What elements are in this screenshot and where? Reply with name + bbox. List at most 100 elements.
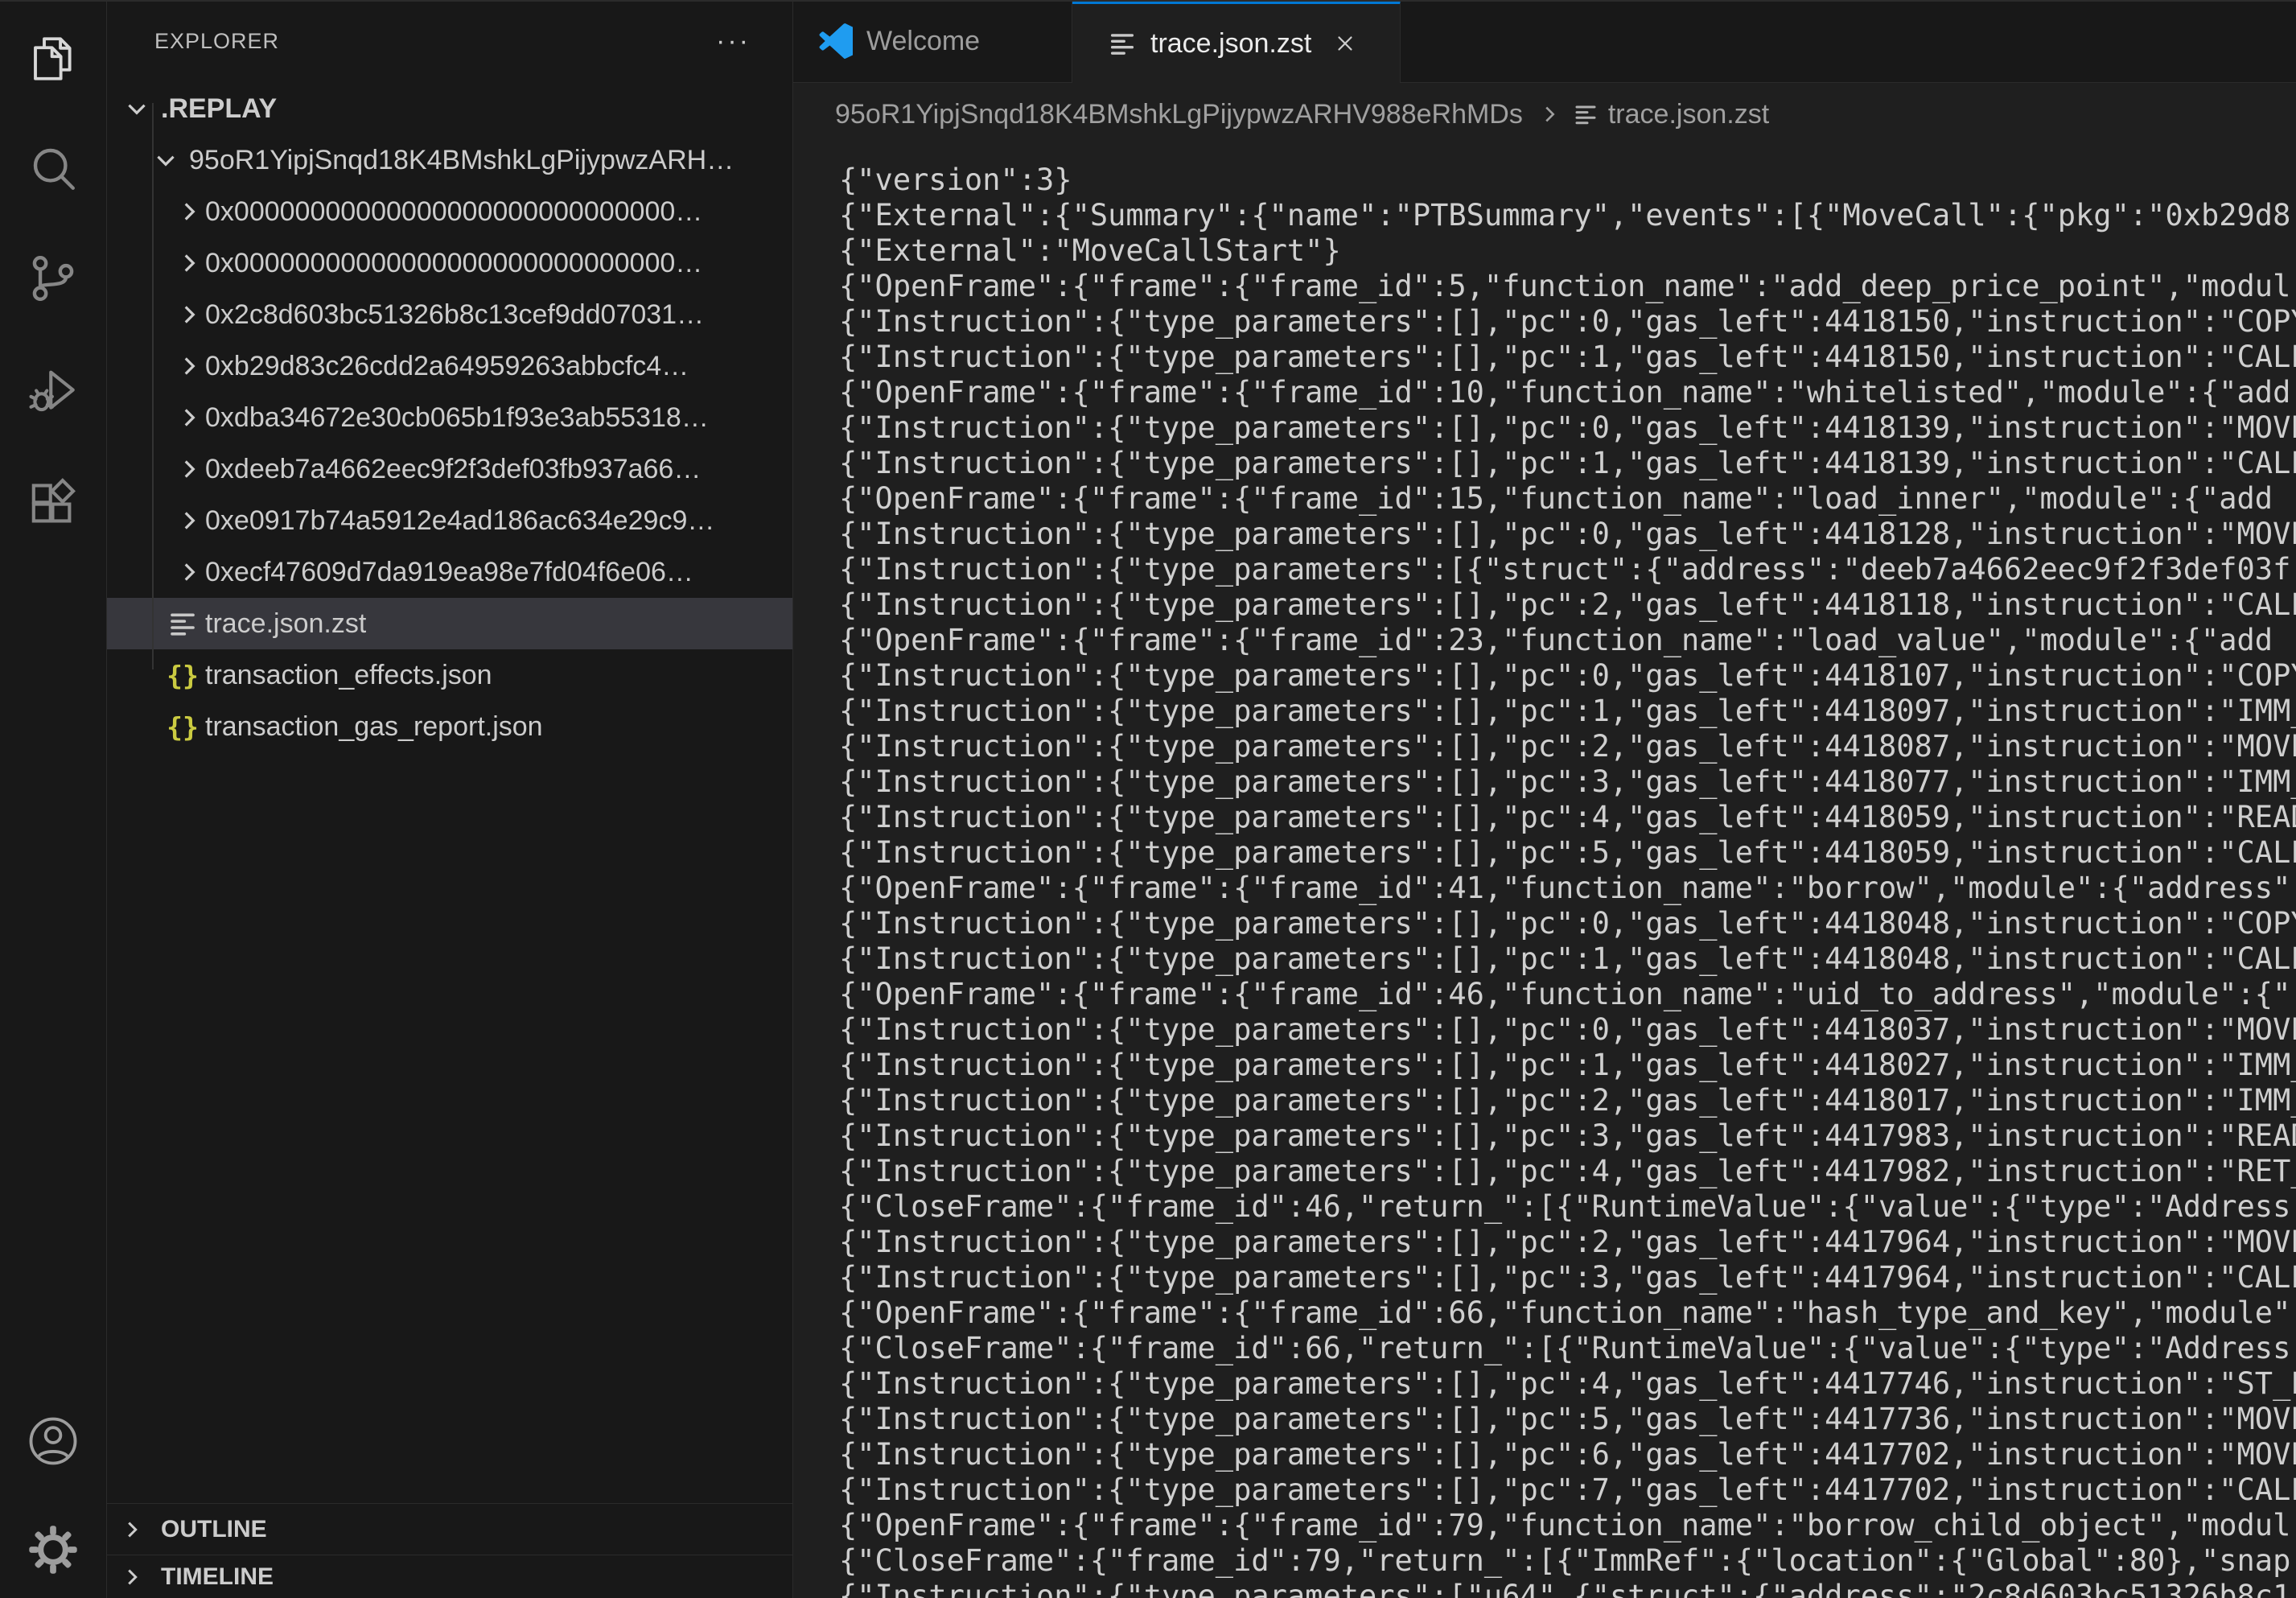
code-line: {"Instruction":{"type_parameters":[],"pc… bbox=[839, 410, 2296, 446]
code-line: {"Instruction":{"type_parameters":[],"pc… bbox=[839, 1048, 2296, 1083]
code-line: {"Instruction":{"type_parameters":[],"pc… bbox=[839, 1083, 2296, 1118]
code-line: {"Instruction":{"type_parameters":[],"pc… bbox=[839, 1437, 2296, 1472]
tree-item-0x00000000000000000000000000000[interactable]: 0x00000000000000000000000000000… bbox=[107, 237, 792, 289]
tab-trace-json-zst[interactable]: trace.json.zst bbox=[1072, 0, 1401, 83]
code-line: {"OpenFrame":{"frame":{"frame_id":66,"fu… bbox=[839, 1295, 2296, 1331]
code-line: {"version":3} bbox=[839, 163, 2296, 198]
vscode-logo-icon bbox=[817, 23, 853, 59]
sidebar-title: EXPLORER bbox=[154, 29, 279, 54]
chevron-right-icon bbox=[175, 455, 203, 483]
code-line: {"Instruction":{"type_parameters":[],"pc… bbox=[839, 764, 2296, 800]
file-lines-icon bbox=[165, 606, 200, 641]
chevron-right-icon bbox=[120, 1518, 144, 1542]
tree-item-0x00000000000000000000000000000[interactable]: 0x00000000000000000000000000000… bbox=[107, 186, 792, 237]
source-control-icon[interactable] bbox=[27, 252, 80, 305]
code-line: {"Instruction":{"type_parameters":[],"pc… bbox=[839, 1012, 2296, 1048]
settings-gear-icon[interactable] bbox=[27, 1523, 80, 1576]
run-debug-icon[interactable] bbox=[27, 364, 80, 418]
tree-item-transaction-gas-report.json[interactable]: {}transaction_gas_report.json bbox=[107, 701, 792, 752]
tree-item-label: transaction_effects.json bbox=[205, 660, 492, 691]
tab-label: trace.json.zst bbox=[1150, 28, 1311, 60]
section-label: TIMELINE bbox=[161, 1563, 274, 1591]
json-icon: {} bbox=[165, 657, 200, 693]
chevron-right-icon bbox=[175, 352, 203, 380]
tree-item-label: 0xdba34672e30cb065b1f93e3ab55318… bbox=[205, 402, 709, 434]
sidebar-header: EXPLORER ··· bbox=[107, 0, 792, 83]
file-lines-icon bbox=[1573, 101, 1599, 127]
tree-item-label: 0xdeeb7a4662eec9f2f3def03fb937a66… bbox=[205, 454, 701, 485]
tree-item-0xe0917b74a5912e4ad186ac634e29c9[interactable]: 0xe0917b74a5912e4ad186ac634e29c9… bbox=[107, 495, 792, 546]
code-line: {"Instruction":{"type_parameters":[],"pc… bbox=[839, 340, 2296, 375]
code-line: {"OpenFrame":{"frame":{"frame_id":15,"fu… bbox=[839, 481, 2296, 517]
tree-item-0x2c8d603bc51326b8c13cef9dd07031[interactable]: 0x2c8d603bc51326b8c13cef9dd07031… bbox=[107, 289, 792, 340]
json-icon: {} bbox=[165, 709, 200, 744]
tree-item-0xb29d83c26cdd2a64959263abbcfc4[interactable]: 0xb29d83c26cdd2a64959263abbcfc4… bbox=[107, 340, 792, 392]
chevron-down-icon bbox=[152, 146, 179, 174]
code-line: {"CloseFrame":{"frame_id":66,"return_":[… bbox=[839, 1331, 2296, 1366]
code-line: {"Instruction":{"type_parameters":[],"pc… bbox=[839, 835, 2296, 871]
code-line: {"OpenFrame":{"frame":{"frame_id":79,"fu… bbox=[839, 1508, 2296, 1543]
code-line: {"Instruction":{"type_parameters":[],"pc… bbox=[839, 1154, 2296, 1189]
sidebar-section-outline[interactable]: OUTLINE bbox=[107, 1503, 792, 1555]
chevron-right-icon bbox=[175, 198, 203, 225]
chevron-right-icon bbox=[175, 558, 203, 586]
file-lines-icon bbox=[1108, 29, 1137, 58]
tab-welcome[interactable]: Welcome bbox=[793, 0, 1072, 82]
code-line: {"OpenFrame":{"frame":{"frame_id":10,"fu… bbox=[839, 375, 2296, 410]
tree-item-95or1yipjsnqd18k4bmshklgpijypwzarh[interactable]: 95oR1YipjSnqd18K4BMshkLgPijypwzARH… bbox=[107, 134, 792, 186]
code-line: {"Instruction":{"type_parameters":[],"pc… bbox=[839, 800, 2296, 835]
code-line: {"OpenFrame":{"frame":{"frame_id":46,"fu… bbox=[839, 977, 2296, 1012]
code-line: {"Instruction":{"type_parameters":[],"pc… bbox=[839, 658, 2296, 694]
sidebar-section-timeline[interactable]: TIMELINE bbox=[107, 1555, 792, 1598]
tree-item-0xecf47609d7da919ea98e7fd04f6e06[interactable]: 0xecf47609d7da919ea98e7fd04f6e06… bbox=[107, 546, 792, 598]
tree-item-label: 0x2c8d603bc51326b8c13cef9dd07031… bbox=[205, 299, 704, 331]
tree-item-label: 0xe0917b74a5912e4ad186ac634e29c9… bbox=[205, 505, 714, 537]
code-line: {"Instruction":{"type_parameters":[],"pc… bbox=[839, 906, 2296, 941]
vscode-window: EXPLORER ··· .REPLAY 95oR1YipjSnqd18K4BMs… bbox=[0, 0, 2296, 1598]
extensions-icon[interactable] bbox=[27, 477, 80, 530]
code-line: {"Instruction":{"type_parameters":[],"pc… bbox=[839, 517, 2296, 552]
tree-item-label: 0xb29d83c26cdd2a64959263abbcfc4… bbox=[205, 351, 689, 382]
tree-item-label: .REPLAY bbox=[161, 93, 277, 125]
editor-content[interactable]: {"version":3}{"External":{"Summary":{"na… bbox=[793, 146, 2296, 1598]
tree-item-.replay[interactable]: .REPLAY bbox=[107, 83, 792, 134]
code-line: {"CloseFrame":{"frame_id":46,"return_":[… bbox=[839, 1189, 2296, 1225]
search-icon[interactable] bbox=[27, 142, 80, 195]
code-line: {"External":"MoveCallStart"} bbox=[839, 233, 2296, 269]
tree-item-trace.json.zst[interactable]: trace.json.zst bbox=[107, 598, 792, 649]
chevron-right-icon bbox=[120, 1565, 144, 1589]
window-top-border bbox=[0, 0, 2296, 2]
code-line: {"Instruction":{"type_parameters":[],"pc… bbox=[839, 694, 2296, 729]
tab-bar: Welcome trace.json.zst bbox=[793, 0, 2296, 83]
code-line: {"Instruction":{"type_parameters":[],"pc… bbox=[839, 1366, 2296, 1402]
file-tree: .REPLAY 95oR1YipjSnqd18K4BMshkLgPijypwzAR… bbox=[107, 83, 792, 752]
account-icon[interactable] bbox=[27, 1415, 80, 1468]
tab-label: Welcome bbox=[866, 26, 980, 57]
explorer-sidebar: EXPLORER ··· .REPLAY 95oR1YipjSnqd18K4BMs… bbox=[107, 0, 793, 1598]
breadcrumb-file[interactable]: trace.json.zst bbox=[1608, 99, 1769, 130]
code-line: {"Instruction":{"type_parameters":[{"str… bbox=[839, 552, 2296, 587]
tree-item-label: 0x00000000000000000000000000000… bbox=[205, 196, 702, 228]
code-line: {"CloseFrame":{"frame_id":79,"return_":[… bbox=[839, 1543, 2296, 1579]
chevron-right-icon bbox=[175, 507, 203, 534]
code-line: {"Instruction":{"type_parameters":[],"pc… bbox=[839, 1118, 2296, 1154]
chevron-right-icon bbox=[175, 301, 203, 328]
code-line: {"OpenFrame":{"frame":{"frame_id":41,"fu… bbox=[839, 871, 2296, 906]
ellipsis-icon[interactable]: ··· bbox=[716, 26, 751, 57]
breadcrumb: 95oR1YipjSnqd18K4BMshkLgPijypwzARHV988eR… bbox=[793, 83, 2296, 146]
code-line: {"Instruction":{"type_parameters":["u64"… bbox=[839, 1579, 2296, 1598]
tree-indent-guide bbox=[152, 103, 154, 669]
tree-item-0xdba34672e30cb065b1f93e3ab55318[interactable]: 0xdba34672e30cb065b1f93e3ab55318… bbox=[107, 392, 792, 443]
breadcrumb-folder[interactable]: 95oR1YipjSnqd18K4BMshkLgPijypwzARHV988eR… bbox=[835, 99, 1523, 130]
code-line: {"External":{"Summary":{"name":"PTBSumma… bbox=[839, 198, 2296, 233]
files-icon[interactable] bbox=[27, 32, 80, 85]
close-icon[interactable] bbox=[1331, 29, 1360, 58]
tree-item-label: trace.json.zst bbox=[205, 608, 366, 640]
code-line: {"Instruction":{"type_parameters":[],"pc… bbox=[839, 446, 2296, 481]
chevron-right-icon bbox=[175, 249, 203, 277]
editor-group: Welcome trace.json.zst 95oR1YipjSnqd18K4… bbox=[793, 0, 2296, 1598]
tree-item-transaction-effects.json[interactable]: {}transaction_effects.json bbox=[107, 649, 792, 701]
code-line: {"Instruction":{"type_parameters":[],"pc… bbox=[839, 1402, 2296, 1437]
code-line: {"Instruction":{"type_parameters":[],"pc… bbox=[839, 941, 2296, 977]
tree-item-0xdeeb7a4662eec9f2f3def03fb937a66[interactable]: 0xdeeb7a4662eec9f2f3def03fb937a66… bbox=[107, 443, 792, 495]
